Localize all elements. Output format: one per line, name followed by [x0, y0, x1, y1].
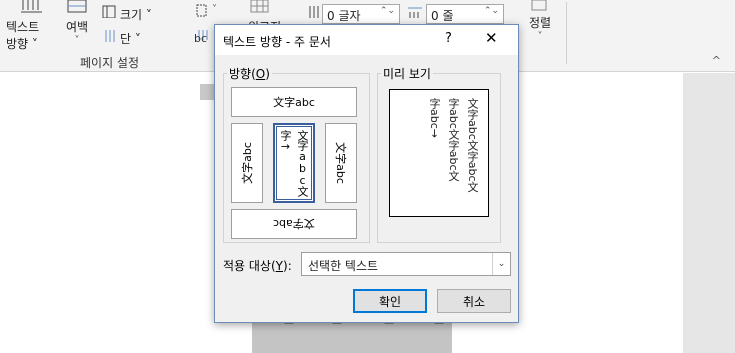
- option-label: 文字abc: [334, 142, 347, 184]
- orientation-legend: 방향(O): [227, 65, 272, 82]
- vertical-option-text: 文字abc文 字→: [279, 130, 309, 196]
- arrange-label: 정렬: [529, 16, 552, 30]
- size-icon: [102, 5, 116, 18]
- text-direction-icon: [21, 0, 42, 13]
- orientation-legend-suffix: ): [265, 67, 270, 81]
- indent-value: 0 글자: [327, 9, 361, 23]
- cancel-button[interactable]: 취소: [437, 289, 511, 313]
- arrange-icon: [531, 0, 547, 11]
- chevron-down-icon[interactable]: ⌄: [492, 253, 510, 275]
- preview-page: 文字abc文字abc文 字abc文字abc文 字abc→: [389, 89, 489, 217]
- collapse-ribbon-icon[interactable]: ^: [712, 54, 721, 67]
- option-label: 文字abc: [273, 217, 315, 230]
- arrange-dropdown-arrow: ˅: [537, 31, 543, 42]
- spin-arrows-icon[interactable]: ⌃⌄: [380, 6, 395, 16]
- dialog-title: 텍스트 방향 - 주 문서: [223, 35, 331, 49]
- option-label: 文字abc: [273, 96, 315, 109]
- columns-icon: [105, 30, 115, 42]
- apply-to-select[interactable]: 선택한 텍스트 ⌄: [301, 252, 511, 276]
- orientation-option-vertical[interactable]: 文字abc文 字→: [273, 123, 315, 203]
- document-marker: [200, 84, 214, 100]
- option-label: 文字abc文: [296, 130, 309, 196]
- page-setup-group-label: 페이지 설정: [80, 56, 140, 70]
- help-button[interactable]: ?: [445, 31, 452, 46]
- text-direction-dialog: 텍스트 방향 - 주 문서 ? ✕ 방향(O) 文字abc 文字abc 文字ab…: [214, 24, 519, 323]
- manuscript-icon: [250, 0, 269, 13]
- indent-icon: [309, 6, 319, 18]
- document-side-margin: [683, 73, 735, 353]
- margins-dropdown-arrow: ˅: [74, 35, 80, 46]
- close-button[interactable]: ✕: [485, 29, 498, 47]
- preview-legend: 미리 보기: [381, 65, 433, 82]
- margins-label: 여백: [66, 20, 89, 34]
- margins-button[interactable]: 여백 ˅: [66, 18, 88, 46]
- orientation-legend-key: O: [255, 67, 266, 81]
- preview-text-column: 字abc→: [428, 98, 441, 138]
- text-direction-button[interactable]: 텍스트 방향 ˅: [6, 18, 39, 52]
- text-direction-label-2: 방향 ˅: [6, 37, 38, 51]
- arrange-button[interactable]: 정렬 ˅: [529, 14, 551, 42]
- breaks-dropdown-arrow[interactable]: ˅: [212, 4, 217, 15]
- text-direction-label: 텍스트: [6, 20, 40, 34]
- apply-to-value: 선택한 텍스트: [308, 259, 379, 273]
- option-label: 字→: [279, 130, 292, 152]
- indent-spin-field[interactable]: 0 글자 ⌃⌄: [322, 4, 400, 24]
- columns-button[interactable]: 단 ˅: [120, 30, 141, 47]
- ribbon-separator: [566, 2, 567, 64]
- dialog-titlebar: 텍스트 방향 - 주 문서 ? ✕: [215, 25, 518, 55]
- option-label: 文字abc: [241, 142, 254, 184]
- apply-to-key: Y: [275, 259, 284, 273]
- spacing-spin-field[interactable]: 0 줄 ⌃⌄: [426, 4, 504, 24]
- apply-to-text: 적용 대상(: [223, 259, 276, 273]
- orientation-option-horizontal[interactable]: 文字abc: [231, 87, 357, 117]
- orientation-option-rotate-right[interactable]: 文字abc: [325, 123, 357, 203]
- preview-text-column: 文字abc文字abc文: [466, 98, 479, 193]
- orientation-option-rotate-left[interactable]: 文字abc: [231, 123, 263, 203]
- spacing-value: 0 줄: [431, 9, 454, 23]
- margins-icon: [67, 0, 87, 13]
- apply-to-label: 적용 대상(Y):: [223, 257, 292, 274]
- apply-to-suffix: ):: [283, 259, 292, 273]
- orientation-option-horizontal-rotated[interactable]: 文字abc: [231, 209, 357, 239]
- orientation-legend-text: 방향(: [229, 67, 256, 81]
- preview-text-column: 字abc文字abc文: [447, 98, 460, 182]
- size-button[interactable]: 크기 ˅: [120, 6, 152, 23]
- hyphenation-icon[interactable]: bc: [194, 32, 207, 45]
- breaks-icon: [196, 4, 207, 17]
- ok-button[interactable]: 확인: [353, 289, 427, 313]
- spin-arrows-icon[interactable]: ⌃⌄: [484, 6, 499, 16]
- spacing-icon: [408, 7, 422, 18]
